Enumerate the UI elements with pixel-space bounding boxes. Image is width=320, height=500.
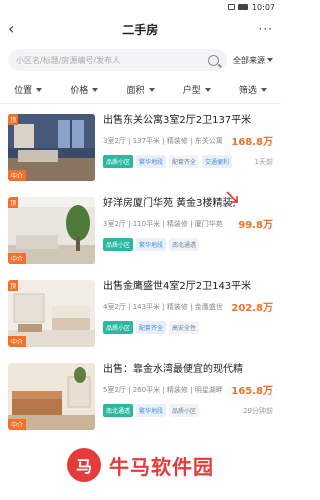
- feature-tag: 品质小区: [103, 321, 134, 334]
- watermark-logo-icon: 马: [67, 448, 101, 482]
- listing-price: 165.8万: [231, 386, 273, 397]
- chevron-down-icon: [260, 87, 267, 92]
- filter-layout[interactable]: 户型: [169, 83, 225, 96]
- listing-time: 29分钟前: [243, 406, 273, 415]
- feature-tag: 繁华地段: [136, 238, 167, 251]
- filter-bar: 位置 价格 面积 户型 筛选: [0, 76, 281, 104]
- feature-tag: 品质小区: [169, 404, 200, 417]
- listing-item[interactable]: 顶 中介 出售东关公寓3室2厅2卫137平米 3室2厅 | 137平米 | 精装…: [0, 108, 281, 191]
- source-label: 全部来源: [233, 55, 265, 65]
- feature-tag: 品质小区: [103, 155, 134, 168]
- feature-tag: 交通便利: [202, 155, 233, 168]
- feature-tag: 南北通透: [103, 404, 134, 417]
- listing-photo: 顶 中介: [8, 197, 95, 264]
- listing-photo: 顶 中介: [8, 114, 95, 181]
- listing-title: 出售东关公寓3室2厅2卫137平米: [103, 115, 252, 126]
- search-box[interactable]: [8, 49, 227, 71]
- source-dropdown[interactable]: 全部来源: [233, 55, 273, 66]
- listing-title: 出售：靠金水湾最便宜的现代精: [103, 364, 243, 375]
- feature-tag: 繁华地段: [136, 155, 167, 168]
- signal-icon: [227, 4, 235, 10]
- status-time: 10:07: [251, 2, 275, 12]
- agent-badge: 中介: [8, 253, 27, 264]
- chevron-down-icon: [148, 87, 155, 92]
- chevron-down-icon: [204, 87, 211, 92]
- listing-photo: 顶 中介: [8, 280, 95, 347]
- feature-tag: 配套齐全: [136, 321, 167, 334]
- battery-icon: [237, 4, 248, 10]
- search-icon[interactable]: [208, 54, 219, 66]
- feature-tag: 品质小区: [103, 238, 134, 251]
- agent-badge: 中介: [8, 419, 27, 430]
- agent-badge: 中介: [8, 170, 27, 181]
- status-bar: 10:07: [0, 0, 281, 14]
- top-badge: 顶: [8, 114, 19, 125]
- filter-location[interactable]: 位置: [0, 83, 56, 96]
- listing-price: 202.8万: [231, 303, 273, 314]
- search-input[interactable]: [16, 55, 208, 65]
- chevron-down-icon: [36, 87, 43, 92]
- filter-area[interactable]: 面积: [112, 83, 168, 96]
- listing-price: 168.8万: [231, 137, 273, 148]
- feature-tag: 南北通透: [169, 238, 200, 251]
- search-row: 全部来源: [0, 44, 281, 76]
- listing-title: 好洋房厦门华苑 黄金3楼精装,: [103, 198, 236, 209]
- listing-meta: 3室2厅 | 137平米 | 精装修 | 东关公寓: [103, 136, 223, 145]
- header: ‹ 二手房 ···: [0, 14, 281, 44]
- chevron-down-icon: [267, 58, 273, 62]
- listing-list: 顶 中介 出售东关公寓3室2厅2卫137平米 3室2厅 | 137平米 | 精装…: [0, 104, 281, 440]
- listing-meta: 3室2厅 | 110平米 | 精装修 | 厦门华苑: [103, 219, 223, 228]
- status-icons: [227, 4, 248, 10]
- watermark-text: 牛马软件园: [109, 454, 214, 479]
- filter-more[interactable]: 筛选: [225, 83, 281, 96]
- listing-meta: 5室2厅 | 260平米 | 精装修 | 明星湖畔: [103, 385, 223, 394]
- watermark: 马 牛马软件园: [0, 430, 281, 500]
- listing-price: 99.8万: [238, 220, 273, 231]
- more-dots-icon[interactable]: ···: [259, 22, 273, 36]
- listing-time: 1天前: [254, 157, 273, 166]
- chevron-down-icon: [92, 87, 99, 92]
- agent-badge: 中介: [8, 336, 27, 347]
- annotation-arrow-icon: [226, 191, 238, 203]
- feature-tag: 高安全性: [169, 321, 200, 334]
- back-arrow-icon[interactable]: ‹: [8, 21, 22, 37]
- listing-item[interactable]: 中介 出售：靠金水湾最便宜的现代精 5室2厅 | 260平米 | 精装修 | 明…: [0, 357, 281, 440]
- feature-tag: 配套齐全: [169, 155, 200, 168]
- top-badge: 顶: [8, 280, 19, 291]
- listing-meta: 4室2厅 | 143平米 | 精装修 | 金鹰盛世: [103, 302, 223, 311]
- listing-photo: 中介: [8, 363, 95, 430]
- listing-title: 出售金鹰盛世4室2厅2卫143平米: [103, 281, 252, 292]
- filter-price[interactable]: 价格: [56, 83, 112, 96]
- page-title: 二手房: [122, 22, 159, 37]
- listing-item[interactable]: 顶 中介 出售金鹰盛世4室2厅2卫143平米 4室2厅 | 143平米 | 精装…: [0, 274, 281, 357]
- feature-tag: 繁华地段: [136, 404, 167, 417]
- top-badge: 顶: [8, 197, 19, 208]
